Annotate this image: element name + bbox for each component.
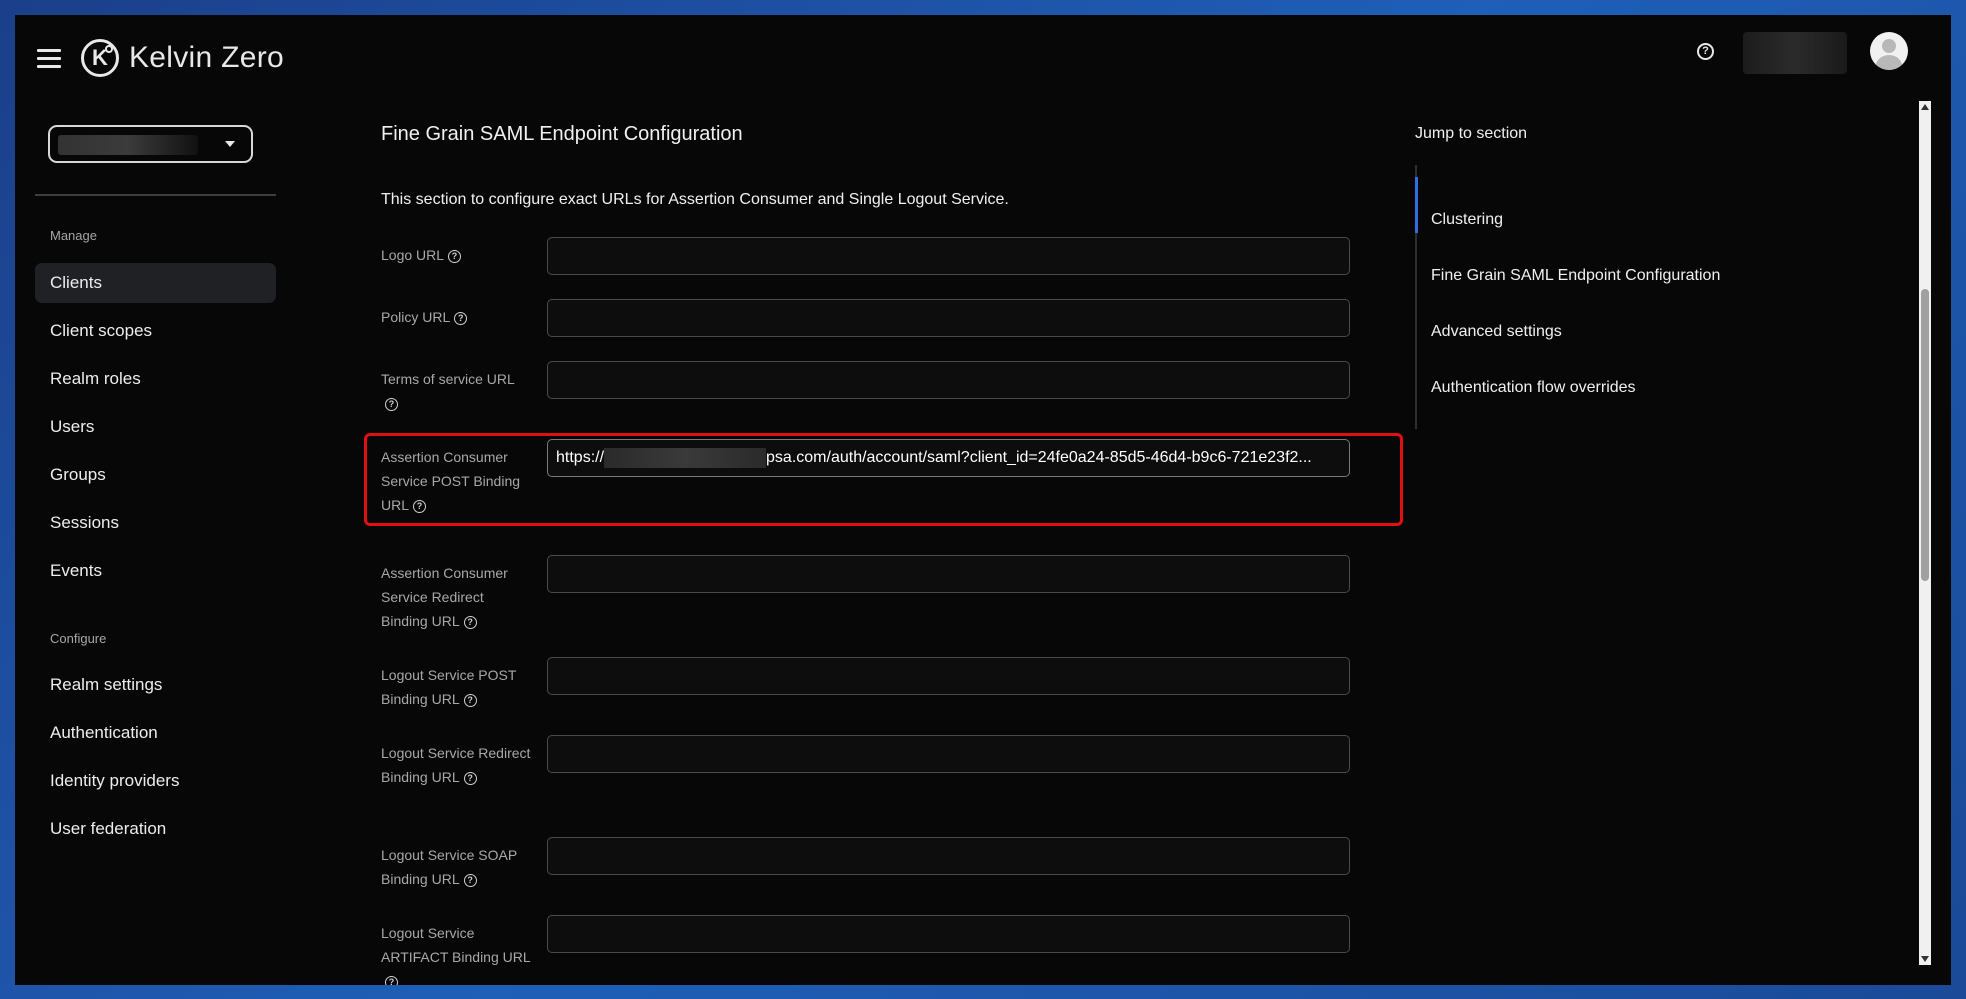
section-description: This section to configure exact URLs for…: [381, 191, 1009, 208]
realm-selector[interactable]: [48, 125, 253, 163]
section-title: Fine Grain SAML Endpoint Configuration: [381, 123, 743, 145]
sidebar-item-identity-providers[interactable]: Identity providers: [35, 761, 276, 801]
field-label-acs-redirect-binding-url: Assertion Consumer Service Redirect Bind…: [381, 565, 508, 629]
user-avatar-icon[interactable]: [1870, 32, 1908, 70]
username-redacted[interactable]: [1743, 32, 1847, 74]
help-icon[interactable]: ?: [448, 249, 462, 263]
help-icon[interactable]: ?: [463, 615, 477, 629]
sidebar-item-users[interactable]: Users: [35, 407, 276, 447]
app-name: Kelvin Zero: [129, 41, 285, 74]
field-label-logout-soap-binding-url: Logout Service SOAP Binding URL?: [381, 847, 517, 887]
sidebar-item-groups[interactable]: Groups: [35, 455, 276, 495]
jump-link-fine-grain-saml[interactable]: Fine Grain SAML Endpoint Configuration: [1431, 267, 1720, 285]
field-label-logout-artifact-binding-url: Logout Service ARTIFACT Binding URL?: [381, 921, 531, 985]
terms-of-service-url-input[interactable]: [547, 361, 1350, 399]
help-icon[interactable]: ?: [463, 693, 477, 707]
active-indicator: [1415, 177, 1418, 233]
sidebar-item-user-federation[interactable]: User federation: [35, 809, 276, 849]
acs-post-binding-url-input[interactable]: https://psa.com/auth/account/saml?client…: [547, 439, 1350, 477]
sidebar-item-clients[interactable]: Clients: [35, 263, 276, 303]
scrollbar-thumb[interactable]: [1921, 289, 1929, 581]
sidebar-item-realm-roles[interactable]: Realm roles: [35, 359, 276, 399]
field-label-acs-post-binding-url: Assertion Consumer Service POST Binding …: [381, 449, 521, 513]
help-icon[interactable]: ?: [454, 311, 468, 325]
jump-link-advanced-settings[interactable]: Advanced settings: [1431, 323, 1562, 341]
field-label-logo-url: Logo URL?: [381, 243, 531, 267]
brand-logo[interactable]: K Kelvin Zero: [81, 39, 284, 77]
redacted-hostname: [604, 447, 767, 468]
help-icon[interactable]: ?: [463, 873, 477, 887]
hamburger-menu-icon[interactable]: [37, 49, 61, 69]
sidebar-divider: [35, 194, 276, 196]
sidebar-item-events[interactable]: Events: [35, 551, 276, 591]
sidebar-item-authentication[interactable]: Authentication: [35, 713, 276, 753]
jump-link-authentication-flow-overrides[interactable]: Authentication flow overrides: [1431, 379, 1636, 397]
scroll-down-arrow-icon[interactable]: [1921, 956, 1929, 962]
jump-to-section-title: Jump to section: [1415, 125, 1528, 142]
logout-soap-binding-url-input[interactable]: [547, 837, 1350, 875]
field-label-terms-of-service-url: Terms of service URL?: [381, 371, 515, 411]
help-icon[interactable]: ?: [385, 397, 398, 411]
app-window: K Kelvin Zero ? Manage Clients Client sc…: [15, 15, 1951, 985]
scroll-up-arrow-icon[interactable]: [1921, 104, 1929, 110]
logout-artifact-binding-url-input[interactable]: [547, 915, 1350, 953]
caret-down-icon: [225, 141, 235, 147]
vertical-scrollbar[interactable]: [1919, 101, 1931, 965]
sidebar-item-client-scopes[interactable]: Client scopes: [35, 311, 276, 351]
help-icon[interactable]: ?: [463, 771, 477, 785]
sidebar-group-manage: Manage: [50, 228, 97, 243]
policy-url-input[interactable]: [547, 299, 1350, 337]
field-label-logout-post-binding-url: Logout Service POST Binding URL?: [381, 667, 517, 707]
help-icon[interactable]: ?: [413, 499, 427, 513]
logo-url-input[interactable]: [547, 237, 1350, 275]
logout-post-binding-url-input[interactable]: [547, 657, 1350, 695]
masthead: K Kelvin Zero ?: [15, 15, 1951, 105]
field-label-policy-url: Policy URL?: [381, 305, 531, 329]
realm-name-redacted: [58, 135, 198, 155]
help-icon[interactable]: ?: [1697, 43, 1714, 60]
jump-link-clustering[interactable]: Clustering: [1431, 211, 1503, 229]
field-label-logout-redirect-binding-url: Logout Service Redirect Binding URL?: [381, 745, 531, 785]
sidebar-item-realm-settings[interactable]: Realm settings: [35, 665, 276, 705]
jump-to-section-nav: Clustering Fine Grain SAML Endpoint Conf…: [1415, 165, 1735, 429]
kelvin-zero-logo-icon: K: [81, 39, 119, 77]
sidebar-item-sessions[interactable]: Sessions: [35, 503, 276, 543]
sidebar-group-configure: Configure: [50, 631, 107, 646]
acs-redirect-binding-url-input[interactable]: [547, 555, 1350, 593]
help-icon[interactable]: ?: [385, 975, 398, 985]
logout-redirect-binding-url-input[interactable]: [547, 735, 1350, 773]
